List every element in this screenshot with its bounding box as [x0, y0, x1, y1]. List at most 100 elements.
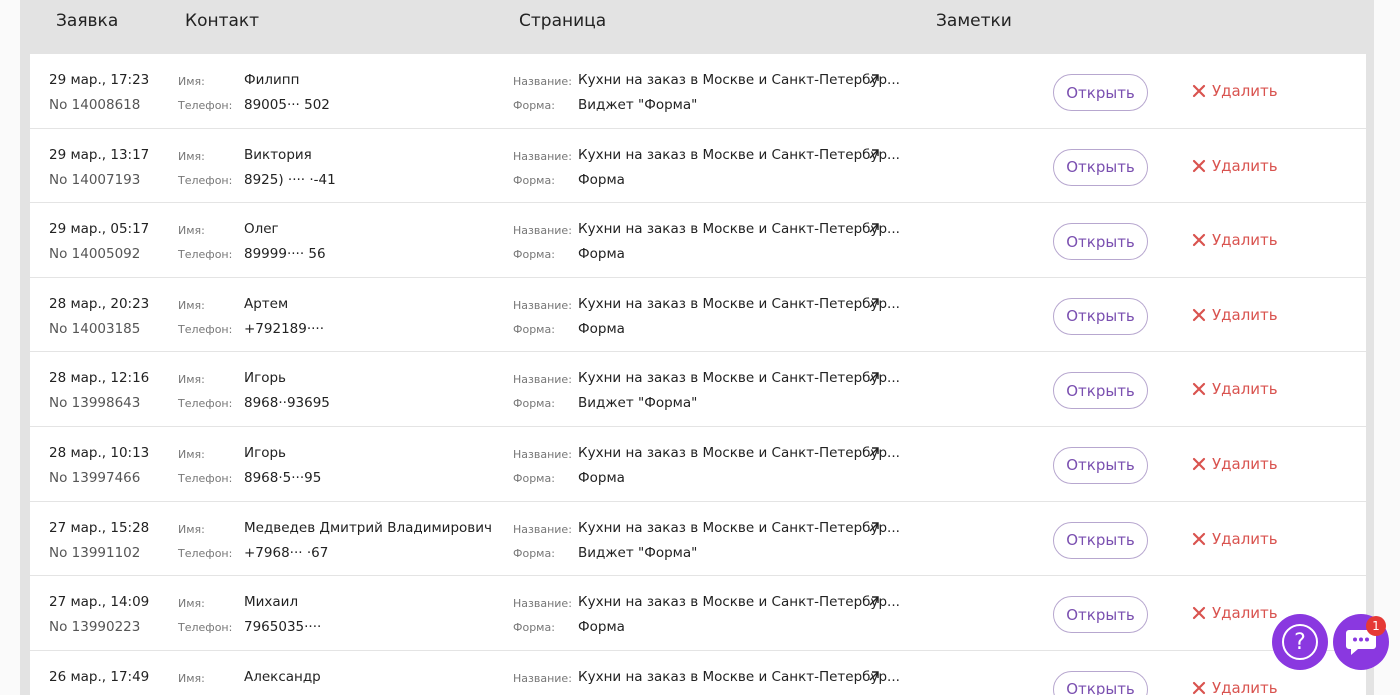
request-date: 28 мар., 10:13 [49, 444, 150, 461]
page-name-label: Название: [513, 298, 572, 312]
page-name: Кухни на заказ в Москве и Санкт-Петербур… [578, 668, 900, 685]
contact-name: Игорь [244, 444, 286, 461]
open-button[interactable]: Открыть [1053, 521, 1148, 559]
external-link-icon[interactable] [868, 446, 880, 458]
request-number: No 13991102 [49, 544, 141, 561]
open-button[interactable]: Открыть [1053, 596, 1148, 634]
table-row: 27 мар., 15:28 No 13991102 Имя: Медведев… [30, 502, 1366, 577]
page-name-label: Название: [513, 671, 572, 685]
contact-phone: +7968··· ·67 [244, 544, 329, 561]
page-name: Кухни на заказ в Москве и Санкт-Петербур… [578, 444, 900, 461]
external-link-icon[interactable] [868, 297, 880, 309]
page-name-label: Название: [513, 75, 572, 88]
table-row: 29 мар., 17:23 No 14008618 Имя: Филипп Т… [30, 54, 1366, 129]
contact-phone: +792189···· [244, 320, 325, 337]
phone-label: Телефон: [178, 546, 233, 560]
form-label: Форма: [513, 173, 555, 187]
form-label: Форма: [513, 322, 555, 336]
table-row: 26 мар., 17:49 Имя: Александр Телефон: Н… [30, 651, 1366, 695]
request-date: 27 мар., 14:09 [49, 594, 150, 611]
page-name: Кухни на заказ в Москве и Санкт-Петербур… [578, 519, 900, 536]
external-link-icon[interactable] [868, 595, 880, 607]
form-type: Форма [578, 619, 625, 636]
delete-label: Удалить [1212, 156, 1278, 175]
name-label: Имя: [178, 522, 205, 536]
contact-name: Игорь [244, 370, 286, 387]
table-row: 29 мар., 05:17 No 14005092 Имя: Олег Тел… [30, 203, 1366, 278]
page-name: Кухни на заказ в Москве и Санкт-Петербур… [578, 295, 900, 312]
form-label: Форма: [513, 621, 555, 635]
table-row: 27 мар., 14:09 No 13990223 Имя: Михаил Т… [30, 576, 1366, 651]
open-button[interactable]: Открыть [1053, 446, 1148, 484]
request-date: 28 мар., 12:16 [49, 370, 150, 387]
delete-button[interactable]: Удалить [1192, 530, 1278, 548]
contact-name: Виктория [244, 146, 312, 163]
header-page: Страница [519, 11, 607, 31]
external-link-icon[interactable] [868, 521, 880, 533]
close-icon [1192, 84, 1206, 98]
page-name: Кухни на заказ в Москве и Санкт-Петербур… [578, 594, 900, 611]
form-type: Форма [578, 320, 625, 337]
header-notes: Заметки [936, 11, 1012, 31]
close-icon [1192, 383, 1206, 396]
contact-phone: 8968··93695 [244, 395, 330, 412]
delete-button[interactable]: Удалить [1192, 157, 1278, 175]
form-type: Форма [578, 246, 625, 263]
open-button[interactable]: Открыть [1053, 223, 1148, 261]
external-link-icon[interactable] [868, 371, 880, 383]
delete-button[interactable]: Удалить [1192, 679, 1278, 695]
contact-name: Медведев Дмитрий Владимирович [244, 519, 492, 536]
request-date: 28 мар., 20:23 [49, 295, 150, 312]
open-button[interactable]: Открыть [1053, 297, 1148, 335]
external-link-icon[interactable] [868, 73, 880, 85]
table-row: 28 мар., 20:23 No 14003185 Имя: Артем Те… [30, 278, 1366, 353]
delete-button[interactable]: Удалить [1192, 380, 1278, 398]
name-label: Имя: [178, 149, 205, 163]
external-link-icon[interactable] [868, 222, 880, 234]
open-button[interactable]: Открыть [1053, 148, 1148, 186]
delete-button[interactable]: Удалить [1192, 231, 1278, 249]
name-label: Имя: [178, 224, 205, 238]
request-date: 26 мар., 17:49 [49, 668, 150, 685]
open-button[interactable]: Открыть [1053, 74, 1148, 111]
table-row: 28 мар., 12:16 No 13998643 Имя: Игорь Те… [30, 352, 1366, 427]
close-icon [1192, 308, 1206, 321]
page-name-label: Название: [513, 149, 572, 163]
phone-label: Телефон: [178, 397, 233, 411]
name-label: Имя: [178, 373, 205, 387]
delete-button[interactable]: Удалить [1192, 306, 1278, 324]
request-number: No 14007193 [49, 171, 141, 188]
request-number: No 13998643 [49, 395, 141, 412]
help-button[interactable]: ? [1272, 614, 1328, 670]
delete-button[interactable]: Удалить [1192, 455, 1278, 473]
delete-label: Удалить [1212, 678, 1278, 695]
contact-name: Александр [244, 668, 321, 685]
phone-label: Телефон: [178, 248, 233, 262]
open-button[interactable]: Открыть [1053, 372, 1148, 410]
delete-label: Удалить [1212, 380, 1278, 399]
form-label: Форма: [513, 248, 555, 262]
external-link-icon[interactable] [868, 148, 880, 160]
contact-phone: 7965035···· [244, 619, 322, 636]
form-label: Форма: [513, 471, 555, 485]
delete-button[interactable]: Удалить [1192, 604, 1278, 622]
phone-label: Телефон: [178, 99, 233, 112]
page-name: Кухни на заказ в Москве и Санкт-Петербур… [578, 221, 900, 238]
delete-label: Удалить [1212, 82, 1278, 100]
delete-button[interactable]: Удалить [1192, 82, 1278, 100]
page-name-label: Название: [513, 522, 572, 536]
phone-label: Телефон: [178, 471, 233, 485]
contact-phone: 8968·5···95 [244, 469, 322, 486]
name-label: Имя: [178, 298, 205, 312]
form-type: Виджет "Форма" [578, 544, 698, 561]
name-label: Имя: [178, 447, 205, 461]
external-link-icon[interactable] [868, 670, 880, 682]
header-request: Заявка [56, 11, 119, 31]
delete-label: Удалить [1212, 231, 1278, 250]
form-type: Виджет "Форма" [578, 395, 698, 412]
open-button[interactable]: Открыть [1053, 670, 1148, 695]
request-number: No 14003185 [49, 320, 141, 337]
request-number: No 14005092 [49, 246, 141, 263]
request-date: 29 мар., 05:17 [49, 221, 150, 238]
contact-name: Олег [244, 221, 279, 238]
